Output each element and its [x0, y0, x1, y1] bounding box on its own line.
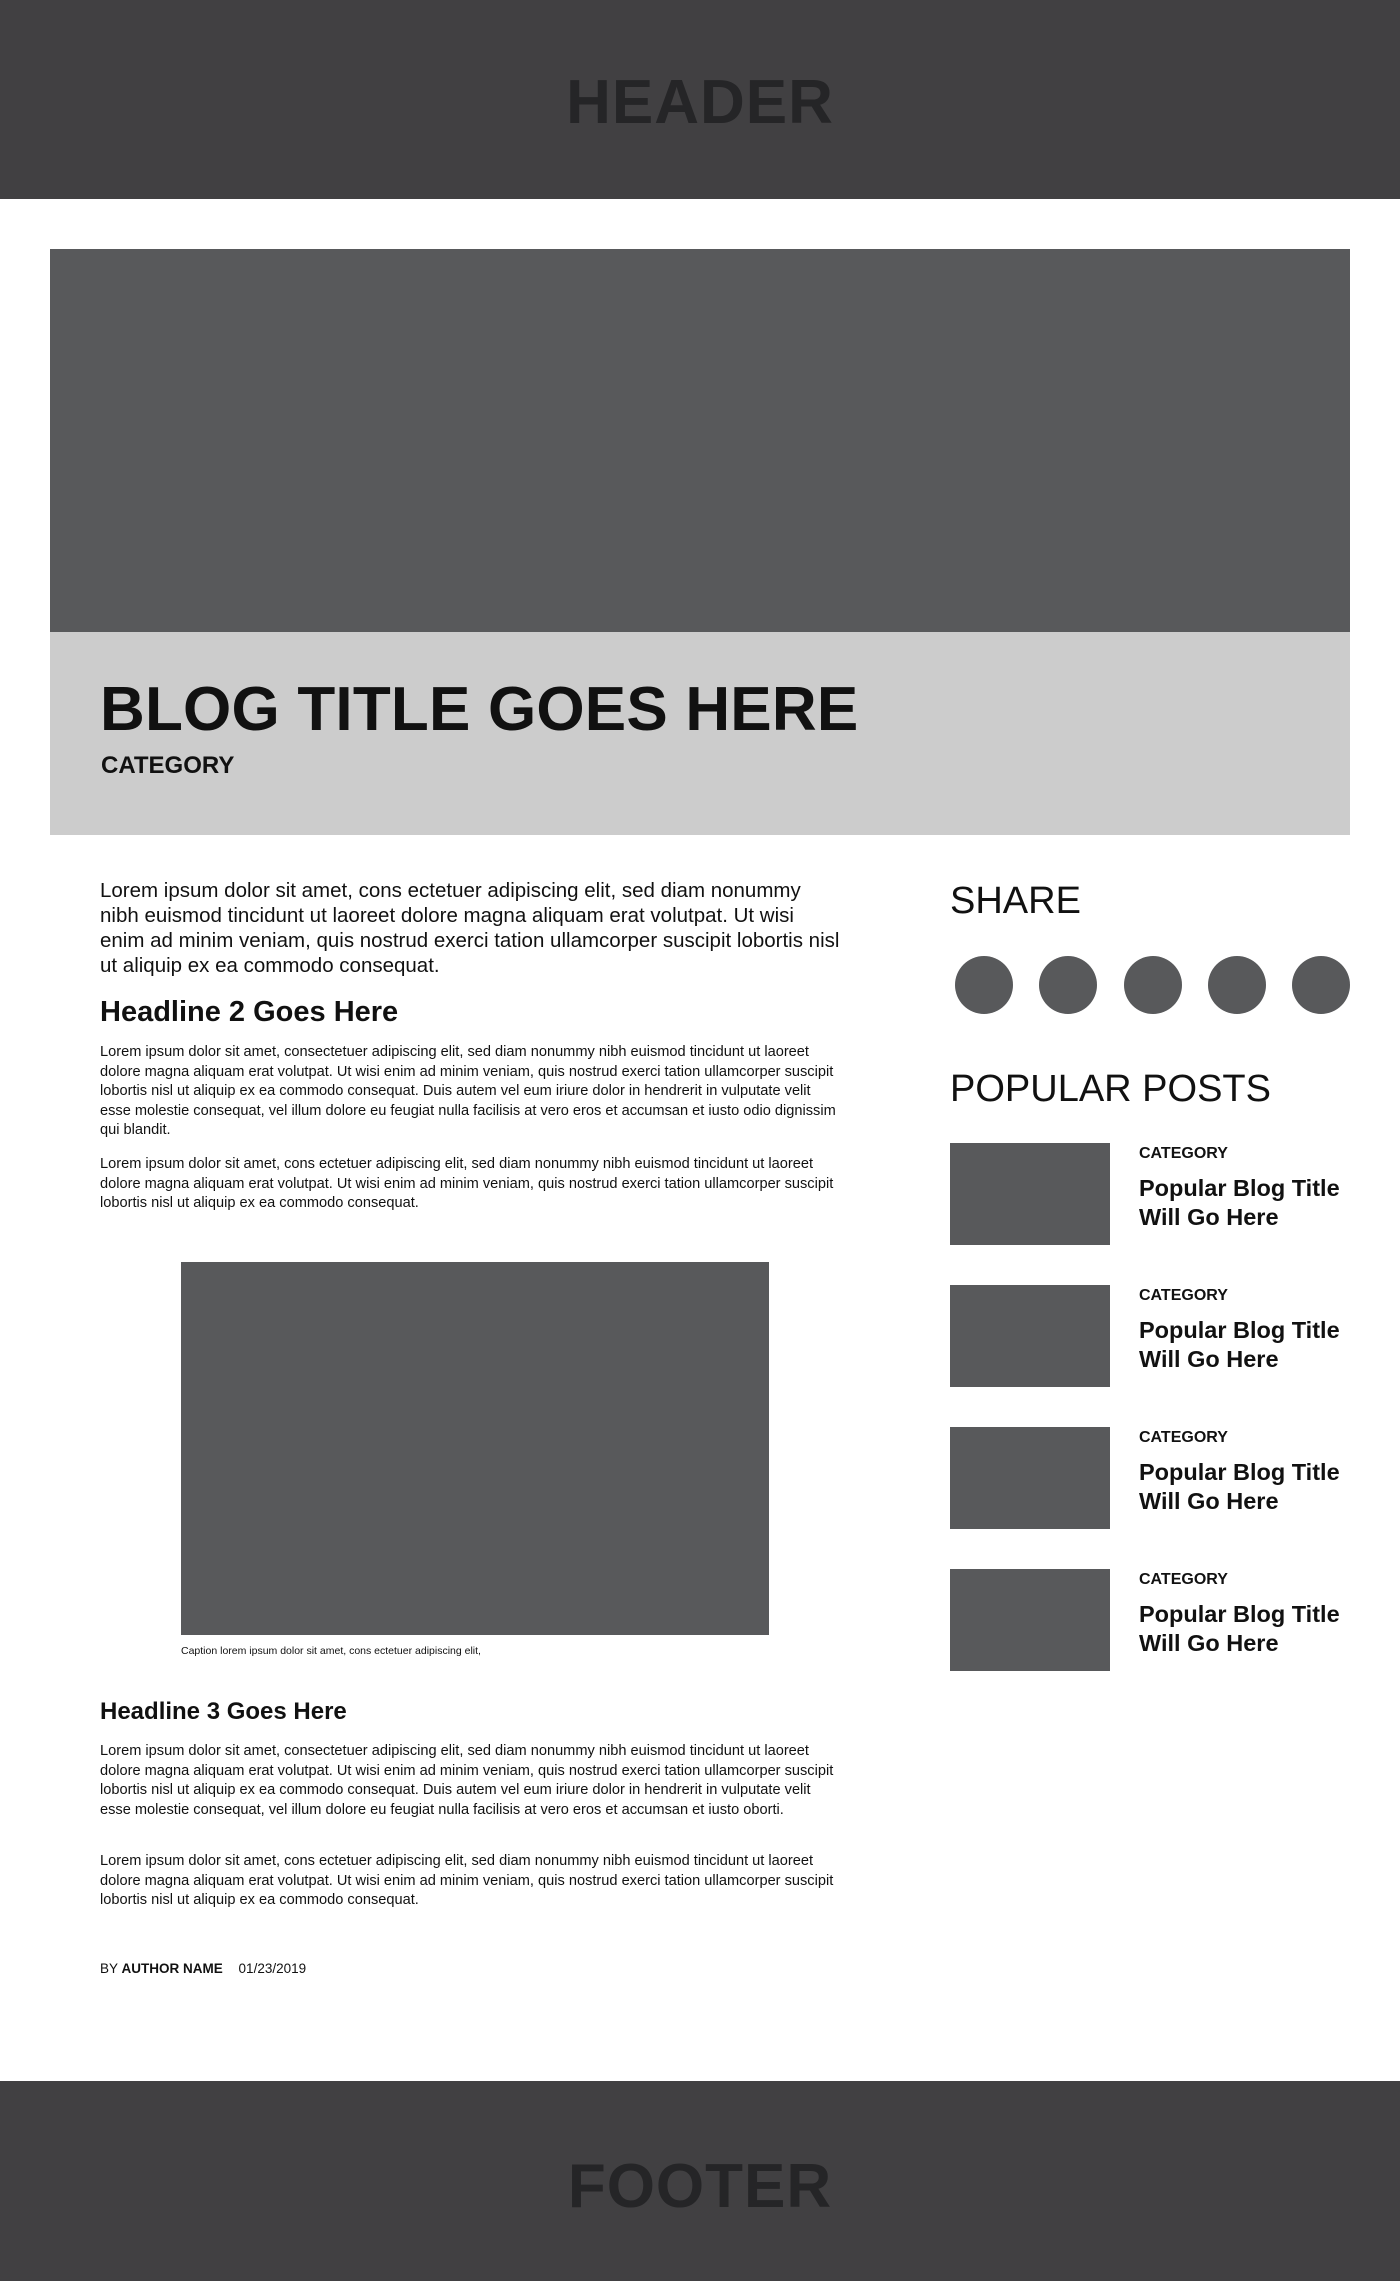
blog-title: BLOG TITLE GOES HERE [100, 675, 859, 744]
popular-posts-heading: POPULAR POSTS [950, 1068, 1271, 1110]
byline-prefix: BY [100, 1961, 118, 1976]
hero-image-placeholder [50, 249, 1350, 632]
post-thumbnail-placeholder[interactable] [950, 1285, 1110, 1387]
body-paragraph: Lorem ipsum dolor sit amet, consectetuer… [100, 1044, 836, 1138]
header-label: HEADER [566, 68, 834, 137]
publish-date: 01/23/2019 [238, 1961, 307, 1976]
post-title-link[interactable]: Popular Blog Title Will Go Here [1139, 1174, 1354, 1232]
popular-post-item[interactable]: CATEGORY Popular Blog Title Will Go Here [950, 1143, 1350, 1245]
body-paragraph: Lorem ipsum dolor sit amet, cons ectetue… [100, 1156, 834, 1211]
popular-post-item[interactable]: CATEGORY Popular Blog Title Will Go Here [950, 1569, 1350, 1671]
post-thumbnail-placeholder[interactable] [950, 1427, 1110, 1529]
author-name[interactable]: AUTHOR NAME [122, 1961, 223, 1976]
site-header: HEADER [0, 0, 1400, 199]
site-footer: FOOTER [0, 2081, 1400, 2281]
post-category: CATEGORY [1139, 1429, 1228, 1446]
share-button-icon[interactable] [955, 956, 1013, 1014]
post-title-link[interactable]: Popular Blog Title Will Go Here [1139, 1458, 1354, 1516]
popular-post-item[interactable]: CATEGORY Popular Blog Title Will Go Here [950, 1285, 1350, 1387]
post-title-link[interactable]: Popular Blog Title Will Go Here [1139, 1316, 1354, 1374]
post-category: CATEGORY [1139, 1287, 1228, 1304]
footer-label: FOOTER [567, 2152, 833, 2221]
post-title-link[interactable]: Popular Blog Title Will Go Here [1139, 1600, 1354, 1658]
share-heading: SHARE [950, 880, 1081, 922]
share-button-icon[interactable] [1292, 956, 1350, 1014]
body-paragraph: Lorem ipsum dolor sit amet, cons ectetue… [100, 1853, 834, 1908]
article-image-placeholder [181, 1262, 769, 1635]
share-button-icon[interactable] [1208, 956, 1266, 1014]
title-band: BLOG TITLE GOES HERE CATEGORY [50, 632, 1350, 835]
headline-2: Headline 2 Goes Here [100, 996, 399, 1028]
post-category: CATEGORY [1139, 1145, 1228, 1162]
headline-3: Headline 3 Goes Here [100, 1698, 347, 1725]
share-button-icon[interactable] [1039, 956, 1097, 1014]
share-button-icon[interactable] [1124, 956, 1182, 1014]
post-thumbnail-placeholder[interactable] [950, 1143, 1110, 1245]
body-paragraph: Lorem ipsum dolor sit amet, consectetuer… [100, 1743, 834, 1818]
blog-category[interactable]: CATEGORY [101, 752, 234, 780]
intro-paragraph: Lorem ipsum dolor sit amet, cons ectetue… [100, 879, 840, 977]
image-caption: Caption lorem ipsum dolor sit amet, cons… [181, 1645, 481, 1657]
post-category: CATEGORY [1139, 1571, 1228, 1588]
popular-post-item[interactable]: CATEGORY Popular Blog Title Will Go Here [950, 1427, 1350, 1529]
byline: BY AUTHOR NAME 01/23/2019 [100, 1961, 306, 1976]
post-thumbnail-placeholder[interactable] [950, 1569, 1110, 1671]
